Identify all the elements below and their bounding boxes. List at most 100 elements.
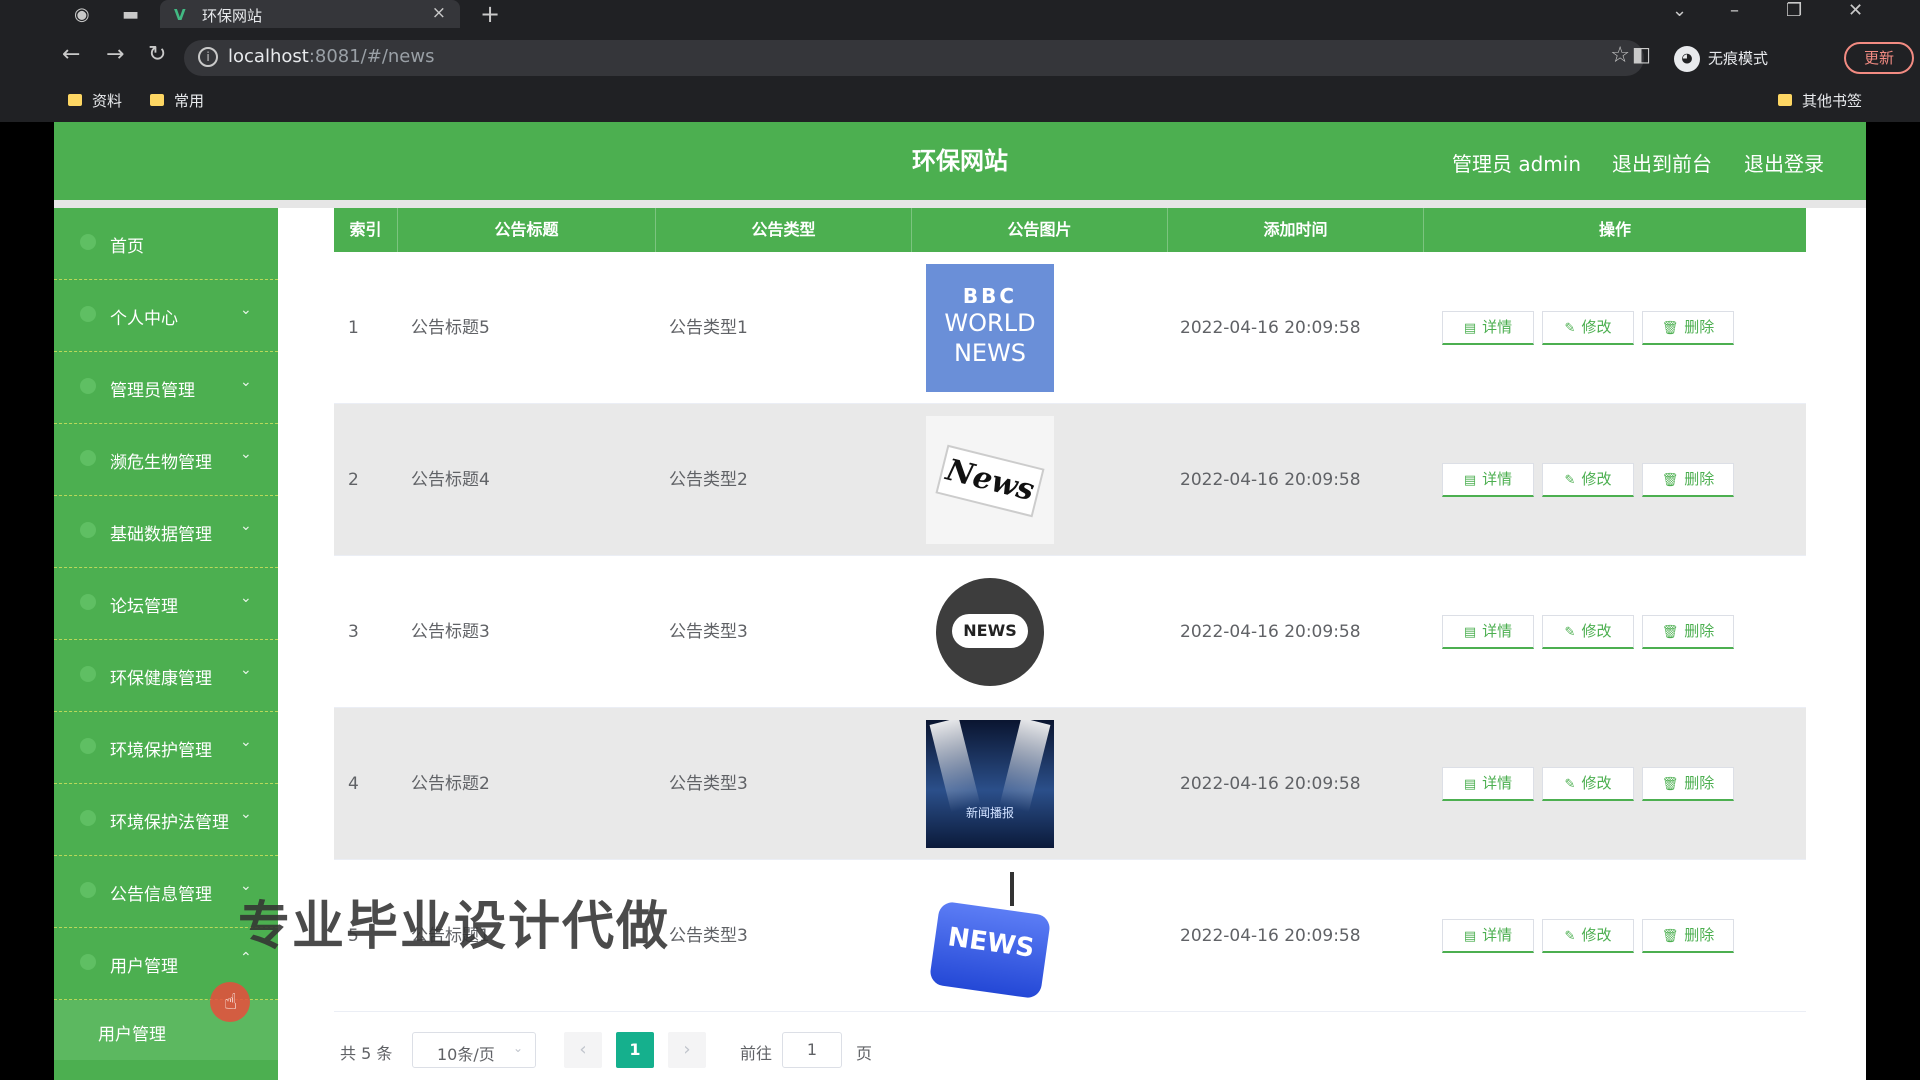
right-letterbox — [1866, 122, 1920, 1080]
tab-list-chevron-icon[interactable]: ⌄ — [1672, 0, 1687, 21]
cell-type: 公告类型3 — [669, 622, 748, 642]
other-bookmarks[interactable]: 其他书签 — [1778, 90, 1862, 111]
delete-button[interactable]: 🗑 删除 — [1642, 311, 1734, 345]
edit-button[interactable]: ✎ 修改 — [1542, 615, 1634, 649]
folder-icon — [68, 94, 82, 106]
menu-icon — [80, 666, 96, 682]
chevron-down-icon: ⌄ — [240, 374, 252, 390]
delete-button[interactable]: 🗑 删除 — [1642, 463, 1734, 497]
menu-icon — [80, 450, 96, 466]
new-tab-icon[interactable]: + — [480, 0, 500, 28]
restore-icon[interactable]: ❐ — [1786, 0, 1802, 21]
pagination: 共 5 条 10条/页 ⌄ ‹ 1 › 前往 1 页 — [334, 1030, 1234, 1070]
minimize-icon[interactable]: – — [1730, 0, 1739, 21]
bookmark-folder-1[interactable]: 资料 — [68, 90, 122, 111]
tab-title: 环保网站 — [202, 7, 263, 25]
logout-link[interactable]: 退出登录 — [1744, 148, 1824, 177]
cell-index: 2 — [348, 470, 359, 490]
detail-button[interactable]: ▤ 详情 — [1442, 311, 1534, 345]
detail-button[interactable]: ▤ 详情 — [1442, 463, 1534, 497]
image-text-world: WORLD — [944, 309, 1036, 337]
detail-button[interactable]: ▤ 详情 — [1442, 919, 1534, 953]
detail-label: 详情 — [1482, 470, 1513, 488]
sidebar-item-env-law[interactable]: 环境保护法管理 ⌄ — [54, 784, 278, 856]
sidebar-item-eco-health[interactable]: 环保健康管理 ⌄ — [54, 640, 278, 712]
hand-cursor-icon: ☝ — [224, 990, 238, 1015]
update-button[interactable]: 更新 — [1844, 42, 1914, 74]
sidebar-item-admin-management[interactable]: 管理员管理 ⌄ — [54, 352, 278, 424]
edit-button[interactable]: ✎ 修改 — [1542, 919, 1634, 953]
news-key-text: NEWS — [928, 900, 1052, 1000]
globe-news-image: NEWS — [926, 568, 1054, 696]
cell-time: 2022-04-16 20:09:58 — [1180, 774, 1361, 794]
column-header-actions: 操作 — [1598, 220, 1631, 239]
edit-button[interactable]: ✎ 修改 — [1542, 311, 1634, 345]
edit-button[interactable]: ✎ 修改 — [1542, 767, 1634, 801]
reload-icon[interactable]: ↻ — [148, 42, 166, 67]
bookmark-folder-2[interactable]: 常用 — [150, 90, 204, 111]
sidebar-item-label: 个人中心 — [110, 309, 178, 329]
incognito-indicator[interactable]: ◕ 无痕模式 — [1674, 46, 1768, 72]
cell-index: 1 — [348, 318, 359, 338]
home-icon — [80, 234, 96, 250]
bookmark-star-icon[interactable]: ☆ — [1610, 43, 1630, 68]
prev-page-button[interactable]: ‹ — [564, 1032, 602, 1068]
detail-button[interactable]: ▤ 详情 — [1442, 615, 1534, 649]
bbc-world-news-image: BBC WORLD NEWS — [926, 264, 1054, 392]
delete-label: 删除 — [1684, 926, 1715, 944]
trash-icon: 🗑 — [1661, 929, 1679, 944]
cell-title: 公告标题2 — [411, 774, 490, 794]
chevron-down-icon: ⌄ — [240, 302, 252, 318]
goto-page-input[interactable]: 1 — [782, 1032, 842, 1068]
sidebar-item-env-protection[interactable]: 环境保护管理 ⌄ — [54, 712, 278, 784]
sidebar-item-base-data[interactable]: 基础数据管理 ⌄ — [54, 496, 278, 568]
cell-time: 2022-04-16 20:09:58 — [1180, 926, 1361, 946]
exit-to-frontend-link[interactable]: 退出到前台 — [1612, 148, 1712, 177]
sidebar-item-forum[interactable]: 论坛管理 ⌄ — [54, 568, 278, 640]
edit-button[interactable]: ✎ 修改 — [1542, 463, 1634, 497]
chevron-down-icon: ⌄ — [240, 518, 252, 534]
forward-icon[interactable]: → — [106, 42, 124, 67]
profile-icon[interactable]: ◉ — [74, 4, 90, 25]
detail-button[interactable]: ▤ 详情 — [1442, 767, 1534, 801]
chevron-down-icon: ⌄ — [240, 806, 252, 822]
sidebar-item-label: 首页 — [110, 237, 144, 257]
delete-label: 删除 — [1684, 470, 1715, 488]
header-divider — [54, 200, 1866, 208]
watermark-overlay: 专业毕业设计代做 — [238, 897, 671, 957]
tab-search-icon[interactable]: ▬ — [122, 4, 139, 25]
tab-strip: ◉ ▬ V 环保网站 × + ⌄ – ❐ ✕ — [0, 0, 1920, 28]
next-page-button[interactable]: › — [668, 1032, 706, 1068]
sidebar-item-label: 管理员管理 — [110, 381, 195, 401]
incognito-label: 无痕模式 — [1708, 49, 1769, 68]
chevron-down-icon: ⌄ — [240, 590, 252, 606]
address-bar[interactable]: i localhost:8081/#/news ☆ — [184, 40, 1644, 76]
column-header-title: 公告标题 — [398, 208, 656, 252]
submenu-label: 用户管理 — [98, 1025, 166, 1045]
sidebar-item-endangered-species[interactable]: 濒危生物管理 ⌄ — [54, 424, 278, 496]
close-window-icon[interactable]: ✕ — [1848, 0, 1863, 21]
close-tab-icon[interactable]: × — [432, 3, 446, 23]
page-size-select[interactable]: 10条/页 ⌄ — [412, 1032, 536, 1068]
page-size-value: 10条/页 — [437, 1045, 495, 1064]
browser-tab[interactable]: V 环保网站 × — [160, 0, 460, 28]
sidebar-item-personal-center[interactable]: 个人中心 ⌄ — [54, 280, 278, 352]
site-info-icon[interactable]: i — [198, 47, 218, 67]
reading-mode-icon[interactable]: ◧ — [1632, 42, 1651, 66]
sidebar-item-home[interactable]: 首页 — [54, 208, 278, 280]
menu-dots-icon[interactable]: ⋮ — [1912, 42, 1920, 63]
site-title: 环保网站 — [912, 147, 1008, 175]
chevron-down-icon: ⌄ — [513, 1041, 524, 1055]
sidebar-item-label: 环保健康管理 — [110, 669, 212, 689]
detail-label: 详情 — [1482, 622, 1513, 640]
url-text: localhost:8081/#/news — [228, 46, 434, 67]
delete-button[interactable]: 🗑 删除 — [1642, 767, 1734, 801]
current-page-button[interactable]: 1 — [616, 1032, 654, 1068]
delete-button[interactable]: 🗑 删除 — [1642, 919, 1734, 953]
cell-time: 2022-04-16 20:09:58 — [1180, 622, 1361, 642]
folder-icon — [150, 94, 164, 106]
back-icon[interactable]: ← — [62, 42, 80, 67]
delete-button[interactable]: 🗑 删除 — [1642, 615, 1734, 649]
chevron-down-icon: ⌄ — [240, 446, 252, 462]
menu-icon — [80, 594, 96, 610]
